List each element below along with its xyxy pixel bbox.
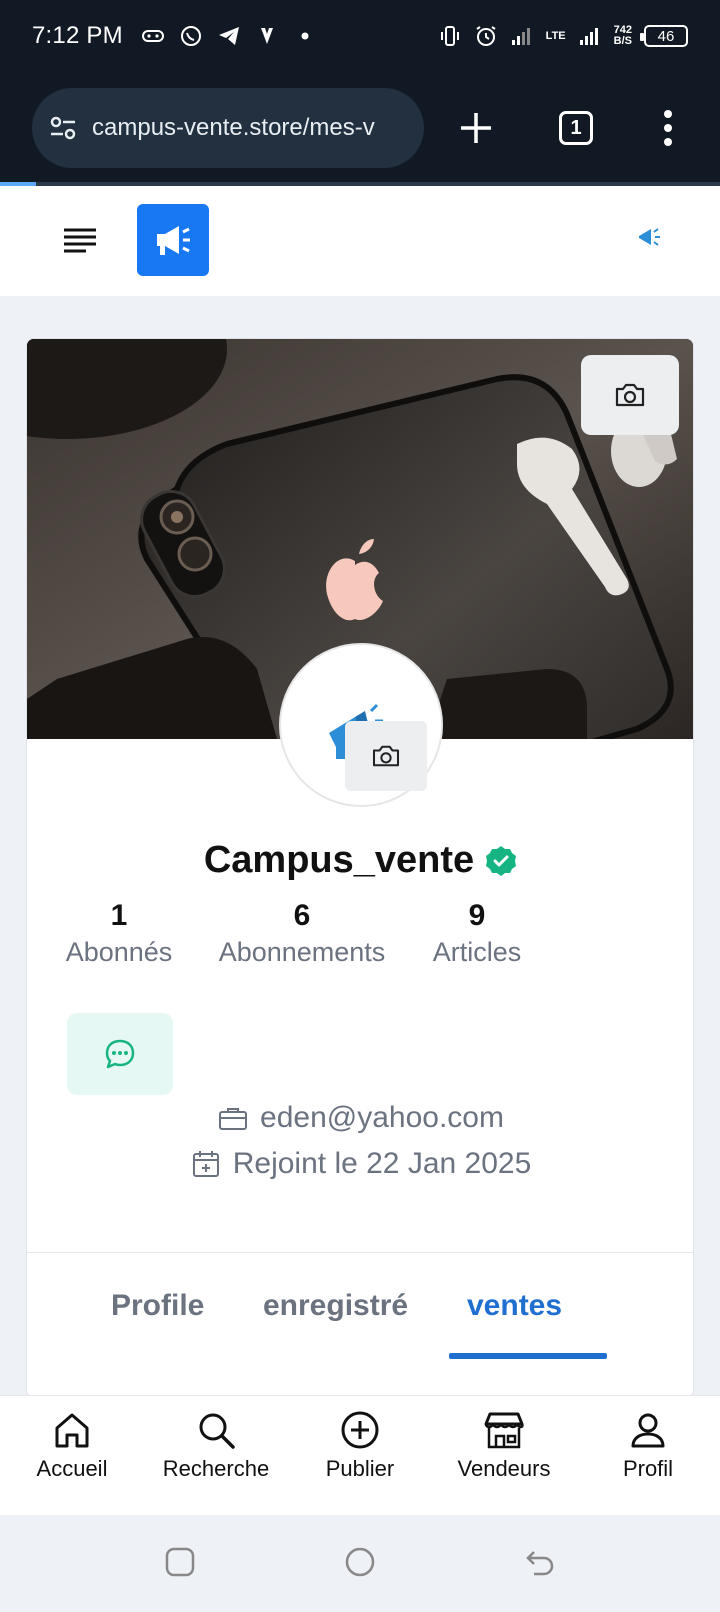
back-icon[interactable] [524,1546,556,1578]
site-settings-icon[interactable] [48,113,78,143]
site-header [0,186,720,296]
telegram-icon [218,27,239,45]
new-tab-icon [461,113,491,143]
bottom-navigation: Accueil Recherche Publier Vendeurs Profi… [0,1395,720,1515]
whatsapp-icon [180,26,201,46]
browser-toolbar: campus-vente.store/mes-v 1 [0,72,720,184]
tab-switcher-button[interactable]: 1 [544,96,608,160]
message-button[interactable] [67,1013,173,1095]
more-menu-icon [664,110,672,146]
nav-recherche[interactable]: Recherche [144,1410,288,1482]
section-divider [27,1252,693,1253]
camera-icon [372,745,400,767]
lte-indicator: LTE [545,29,566,42]
game-controller-icon [141,30,164,42]
nav-profil[interactable]: Profil [576,1410,720,1482]
chat-bubble-icon [105,1039,135,1069]
tab-enregistre[interactable]: enregistré [263,1289,408,1323]
new-tab-button[interactable] [444,96,508,160]
email-row: eden@yahoo.com [27,1101,693,1135]
status-time: 7:12 PM [32,22,123,49]
username: Campus_vente [203,839,475,881]
nav-accueil[interactable]: Accueil [0,1410,144,1482]
stat-abonnements[interactable]: 6 Abonnements [207,899,397,968]
user-icon [631,1413,665,1448]
network-speed: 742 B/S [613,24,632,47]
status-bar: 7:12 PM LTE 742 B/S 46 [0,0,720,72]
nav-vendeurs[interactable]: Vendeurs [432,1410,576,1482]
tab-profile[interactable]: Profile [111,1289,204,1323]
url-text: campus-vente.store/mes-v [92,114,375,141]
joined-date: Rejoint le 22 Jan 2025 [232,1147,532,1180]
more-menu-button[interactable] [636,96,700,160]
stat-abonnes[interactable]: 1 Abonnés [51,899,187,968]
briefcase-icon [219,1108,248,1130]
home-icon [55,1413,89,1448]
change-cover-button[interactable] [581,355,679,435]
battery-indicator: 46 [640,25,688,47]
mini-logo-icon [639,228,660,246]
lte-signal-icon [579,28,598,45]
tab-ventes[interactable]: ventes [467,1289,562,1323]
hamburger-menu-icon[interactable] [60,220,100,260]
profile-tabs: Profile enregistré ventes [27,1269,693,1369]
plus-circle-icon [341,1411,379,1449]
profile-email: eden@yahoo.com [260,1101,504,1134]
calendar-plus-icon [192,1151,219,1177]
active-tab-indicator [449,1353,607,1359]
joined-row: Rejoint le 22 Jan 2025 [27,1147,693,1181]
change-avatar-button[interactable] [345,721,427,791]
signal-icon [511,28,530,45]
home-button-icon[interactable] [344,1546,376,1578]
megaphone-logo-icon [157,226,190,255]
camera-icon [615,383,645,407]
dot-icon [301,32,309,40]
alarm-icon [476,26,496,46]
vibrate-icon [440,26,459,46]
profile-card: Campus_vente 1 Abonnés 6 Abonnements 9 A… [26,338,694,1398]
site-logo[interactable] [137,204,209,276]
profile-name-row: Campus_vente [27,839,693,882]
search-icon [199,1413,235,1449]
recent-apps-icon[interactable] [164,1546,196,1578]
nav-publier[interactable]: Publier [288,1410,432,1482]
address-bar[interactable]: campus-vente.store/mes-v [32,88,424,168]
verified-badge-icon [486,845,517,876]
store-icon [484,1412,524,1449]
tab-switcher-icon: 1 [559,111,593,145]
stat-articles[interactable]: 9 Articles [417,899,537,968]
system-navigation-bar [0,1516,720,1612]
vlc-icon [260,28,273,44]
